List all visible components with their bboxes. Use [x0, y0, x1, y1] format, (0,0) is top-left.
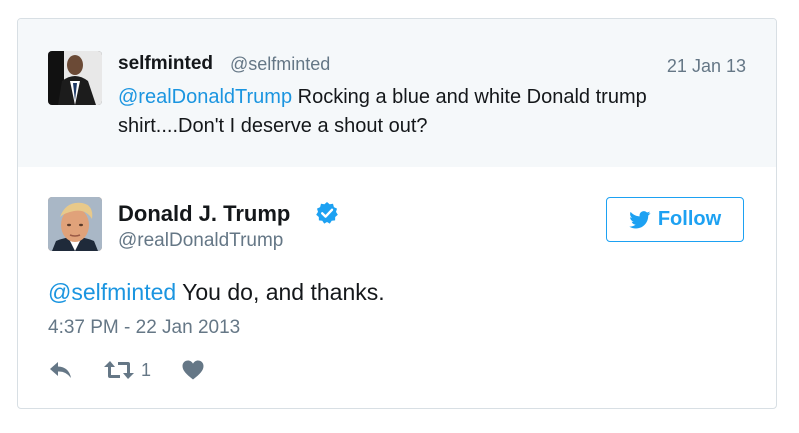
reply-icon[interactable]	[48, 359, 74, 386]
author-handle[interactable]: @realDonaldTrump	[118, 230, 283, 252]
follow-button[interactable]: Follow	[606, 197, 744, 242]
reply-author-name[interactable]: selfminted	[118, 53, 213, 75]
follow-label: Follow	[657, 208, 722, 230]
selfminted-avatar[interactable]	[48, 51, 102, 105]
trump-avatar[interactable]	[48, 197, 102, 251]
verified-badge-icon	[315, 201, 339, 225]
tweet-text: @selfminted You do, and thanks.	[48, 279, 385, 306]
retweet-count: 1	[141, 360, 152, 380]
retweet-icon[interactable]	[103, 359, 135, 386]
reply-author-handle[interactable]: @selfminted	[230, 54, 330, 75]
embedded-tweet-card: selfminted @selfminted 21 Jan 13 @realDo…	[17, 18, 777, 409]
tweet-timestamp[interactable]: 4:37 PM - 22 Jan 2013	[48, 317, 240, 339]
tweet-mention-link[interactable]: @selfminted	[48, 279, 176, 305]
reply-mention-link[interactable]: @realDonaldTrump	[118, 86, 292, 108]
heart-icon[interactable]	[181, 359, 205, 386]
in-reply-to-tweet[interactable]: selfminted @selfminted 21 Jan 13 @realDo…	[18, 19, 776, 167]
author-name[interactable]: Donald J. Trump	[118, 201, 290, 227]
reply-date[interactable]: 21 Jan 13	[667, 56, 746, 77]
tweet-body-text: You do, and thanks.	[176, 279, 385, 305]
twitter-bird-icon	[629, 210, 651, 228]
reply-text: @realDonaldTrump Rocking a blue and whit…	[118, 83, 718, 141]
